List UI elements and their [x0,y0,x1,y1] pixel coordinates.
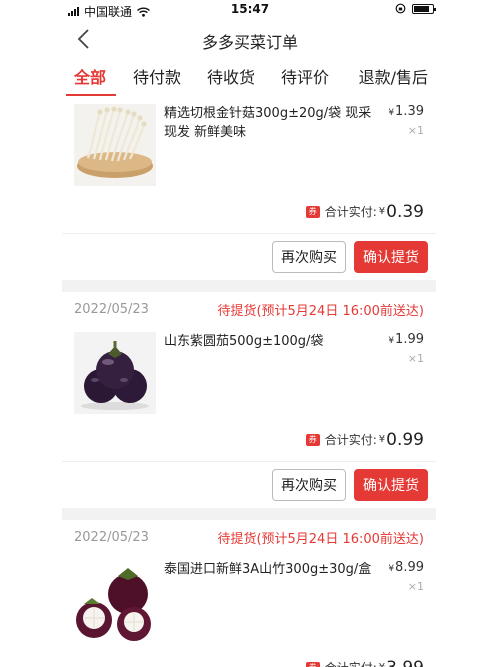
orientation-lock-icon [395,3,406,14]
enoki-mushroom-image [74,104,156,186]
confirm-pickup-button[interactable]: 确认提货 [354,469,428,501]
price-value: 1.39 [395,104,424,119]
order-total-row: 券 合计实付: ¥ 3.99 [62,646,436,667]
total-currency: ¥ [379,662,385,667]
product-name: 山东紫圆茄500g±100g/袋 [164,334,324,349]
product-price: ¥8.99 [388,560,424,575]
status-bar: 中国联通 15:47 [0,0,500,20]
order-item[interactable]: 泰国进口新鲜3A山竹300g±30g/盒 ¥8.99 ×1 [62,554,436,646]
tab-pending-receipt[interactable]: 待收货 [194,60,268,98]
order-divider [62,508,436,520]
coupon-badge: 券 [305,661,320,667]
order-status: 待提货(预计5月24日 16:00前送达) [217,303,424,319]
battery-icon [412,3,436,14]
total-amount: 3.99 [386,658,424,667]
order-date: 2022/05/23 [74,529,149,545]
order-status: 待提货(预计5月24日 16:00前送达) [217,531,424,547]
order-header: 2022/05/23 待提货(预计5月24日 16:00前送达) [62,292,436,326]
product-quantity: ×1 [407,124,424,137]
order-card: 精选切根金针菇300g±20g/袋 现采现发 新鲜美味 ¥1.39 ×1 券 合… [62,98,436,280]
orders-list[interactable]: 精选切根金针菇300g±20g/袋 现采现发 新鲜美味 ¥1.39 ×1 券 合… [62,98,436,667]
rebuy-button[interactable]: 再次购买 [272,241,346,273]
product-name: 泰国进口新鲜3A山竹300g±30g/盒 [164,562,372,577]
order-item[interactable]: 精选切根金针菇300g±20g/袋 现采现发 新鲜美味 ¥1.39 ×1 [62,98,436,190]
tab-pending-payment[interactable]: 待付款 [120,60,194,98]
order-card: 2022/05/23 待提货(预计5月24日 16:00前送达) 山东紫圆茄50… [62,292,436,508]
total-currency: ¥ [378,206,386,217]
order-divider [62,280,436,292]
product-quantity: ×1 [407,580,424,593]
total-label: 合计实付: [325,659,377,667]
price-value: 1.99 [395,332,424,347]
tab-pending-review[interactable]: 待评价 [268,60,342,98]
order-date: 2022/05/23 [74,301,149,317]
mangosteen-image [74,560,156,642]
currency-symbol: ¥ [388,564,395,574]
product-price: ¥1.39 [388,104,424,119]
order-total-row: 券 合计实付: ¥ 0.99 [62,418,436,462]
price-value: 8.99 [395,560,424,575]
product-name: 精选切根金针菇300g±20g/袋 现采现发 新鲜美味 [164,106,372,140]
product-price: ¥1.99 [388,332,424,347]
order-item[interactable]: 山东紫圆茄500g±100g/袋 ¥1.99 ×1 [62,326,436,418]
page-title: 多多买菜订单 [201,33,298,52]
total-amount: 0.99 [386,429,424,450]
order-actions: 再次购买 确认提货 [62,234,436,280]
nav-bar: 多多买菜订单 [0,20,500,58]
currency-symbol: ¥ [388,108,395,118]
order-tabs: 全部 待付款 待收货 待评价 退款/售后 [62,60,436,98]
tab-refund-aftersale[interactable]: 退款/售后 [342,60,436,98]
eggplant-image [74,332,156,414]
total-label: 合计实付: [324,205,377,219]
rebuy-button[interactable]: 再次购买 [272,469,346,501]
order-header: 2022/05/23 待提货(预计5月24日 16:00前送达) [62,520,436,554]
total-currency: ¥ [378,434,386,445]
currency-symbol: ¥ [388,336,395,346]
confirm-pickup-button[interactable]: 确认提货 [354,241,428,273]
tab-all[interactable]: 全部 [62,60,120,98]
product-quantity: ×1 [407,352,424,365]
total-amount: 0.39 [386,201,424,222]
coupon-badge: 券 [305,433,320,446]
coupon-badge: 券 [305,205,320,218]
total-label: 合计实付: [324,433,377,447]
order-actions: 再次购买 确认提货 [62,462,436,508]
order-card: 2022/05/23 待提货(预计5月24日 16:00前送达) 泰国进口新鲜3… [62,520,436,667]
status-right [395,3,436,14]
order-total-row: 券 合计实付: ¥ 0.39 [62,190,436,234]
